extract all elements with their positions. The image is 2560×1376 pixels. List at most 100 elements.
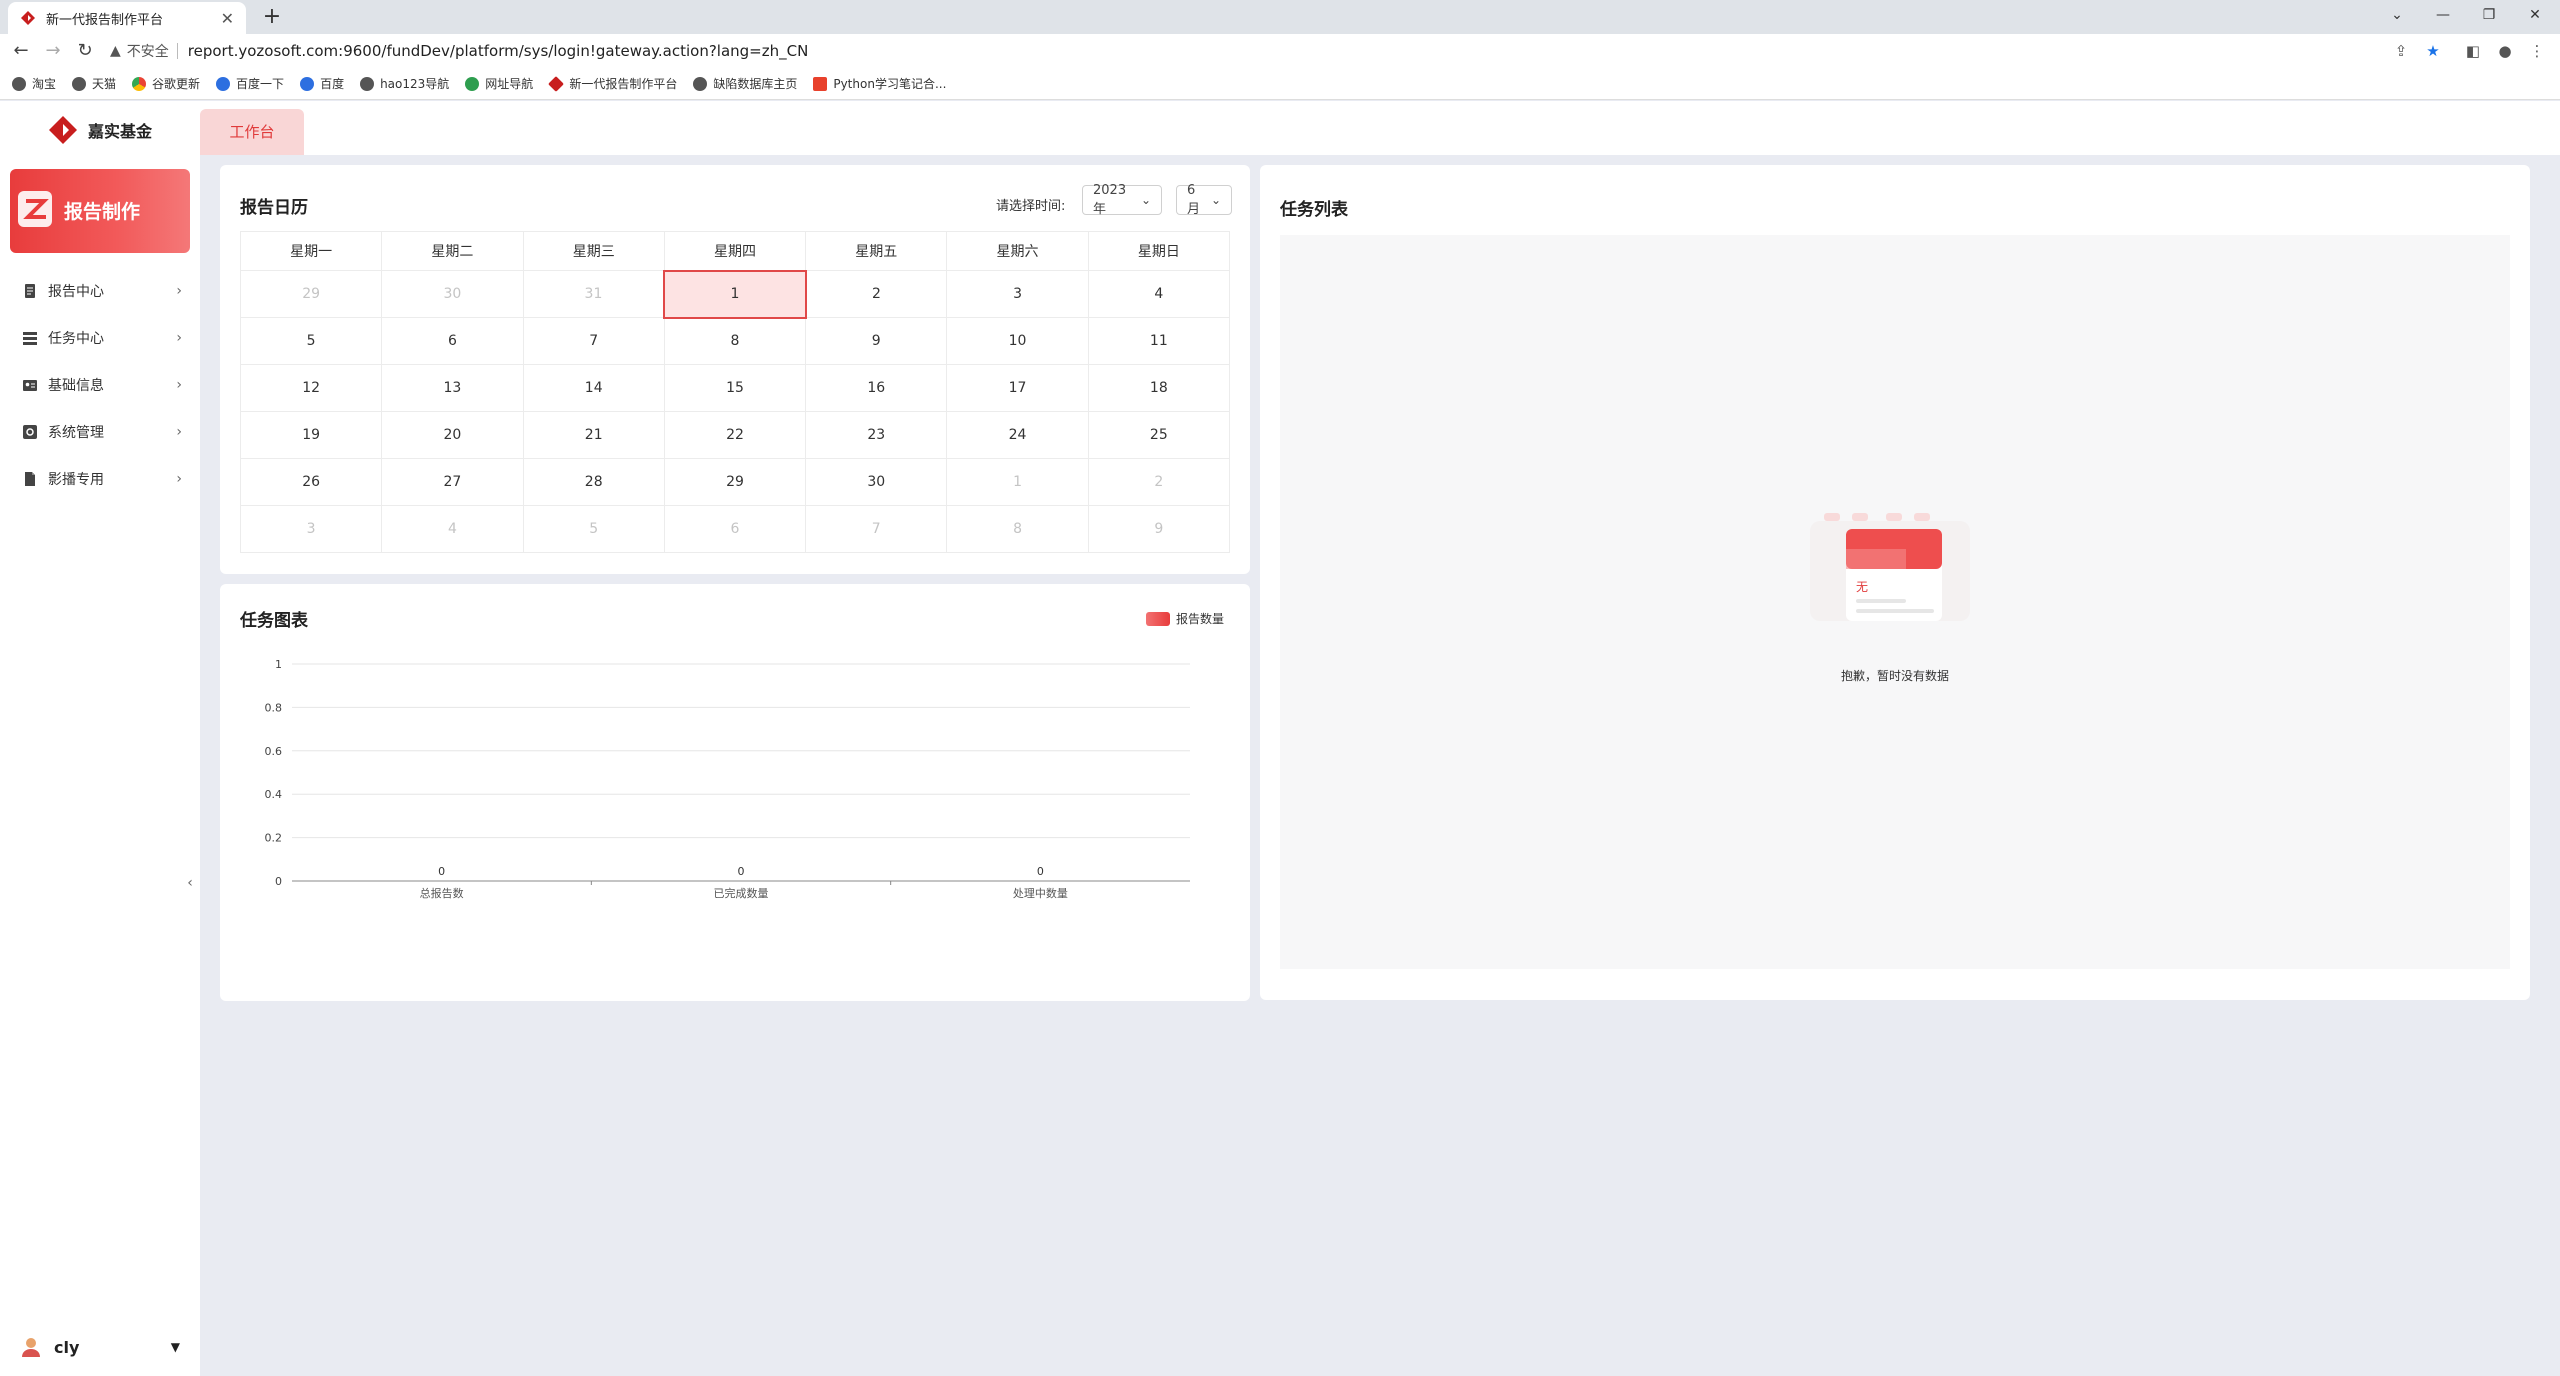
browser-toolbar: ← → ↻ ▲ 不安全 report.yozosoft.com:9600/fun… (0, 34, 2560, 68)
sidebar-item-system-admin[interactable]: 系统管理 › (0, 408, 200, 455)
calendar-day-cell[interactable]: 22 (663, 411, 807, 459)
chevron-right-icon: › (176, 423, 182, 440)
calendar-day-cell[interactable]: 14 (522, 364, 665, 412)
chrome-icon (132, 76, 147, 91)
calendar-day-cell[interactable]: 3 (946, 270, 1089, 318)
reload-icon[interactable]: ↻ (72, 38, 98, 64)
calendar-day-cell[interactable]: 15 (663, 364, 807, 412)
bookmark-item[interactable]: 新一代报告制作平台 (548, 75, 678, 92)
back-icon[interactable]: ← (8, 38, 34, 64)
calendar-day-cell[interactable]: 31 (522, 270, 665, 318)
calendar-week-row: 12 13 14 15 16 17 18 (239, 364, 1231, 412)
weekday-header: 星期五 (805, 231, 948, 271)
calendar-day-cell[interactable]: 8 (946, 505, 1089, 553)
bookmark-item[interactable]: 缺陷数据库主页 (693, 75, 797, 92)
calendar-day-cell[interactable]: 2 (805, 270, 948, 318)
app-root: 嘉实基金 工作台 报告制作 报告中心 › 任务中心 › 基础信息 › 系统管理 … (0, 101, 2560, 1376)
calendar-day-cell[interactable]: 1 (946, 458, 1089, 506)
bookmark-item[interactable]: 谷歌更新 (132, 75, 200, 92)
sidebar-item-label: 任务中心 (48, 330, 104, 347)
calendar-day-cell[interactable]: 4 (381, 505, 524, 553)
calendar-week-row: 5 6 7 8 9 10 11 (239, 317, 1231, 365)
calendar-day-cell[interactable]: 25 (1087, 411, 1231, 459)
calendar-day-cell[interactable]: 8 (663, 317, 807, 365)
product-card[interactable]: 报告制作 (10, 169, 190, 253)
restore-icon[interactable]: ❐ (2466, 0, 2512, 30)
calendar-week-row: 29 30 31 1 2 3 4 (239, 269, 1231, 319)
more-menu-icon[interactable]: ⋮ (2526, 40, 2548, 62)
calendar-card: 报告日历 请选择时间: 2023年 ⌄ 6月 ⌄ 星期一 星期二 星期三 星期四 星期五… (220, 165, 1250, 574)
bookmark-label: 新一代报告制作平台 (569, 77, 678, 91)
calendar-day-cell[interactable]: 3 (239, 505, 383, 553)
calendar-day-cell[interactable]: 4 (1087, 270, 1231, 318)
sidebar-item-broadcast[interactable]: 影播专用 › (0, 455, 200, 502)
calendar-day-cell[interactable]: 5 (239, 317, 383, 365)
calendar-day-cell[interactable]: 24 (946, 411, 1089, 459)
forward-icon[interactable]: → (40, 38, 66, 64)
calendar-day-cell[interactable]: 23 (805, 411, 948, 459)
month-select[interactable]: 6月 ⌄ (1176, 183, 1232, 217)
calendar-day-cell[interactable]: 28 (522, 458, 665, 506)
calendar-day-cell[interactable]: 18 (1087, 364, 1231, 412)
calendar-day-cell[interactable]: 27 (381, 458, 524, 506)
calendar-day-cell[interactable]: 20 (381, 411, 524, 459)
brand[interactable]: 嘉实基金 (48, 115, 152, 145)
calendar-day-cell[interactable]: 1 (663, 269, 807, 319)
calendar-day-cell[interactable]: 9 (1087, 505, 1231, 553)
sidebar-item-report-center[interactable]: 报告中心 › (0, 267, 200, 314)
new-tab-button[interactable]: + (258, 4, 286, 32)
side-panel-icon[interactable]: ◧ (2462, 40, 2484, 62)
calendar-day-cell[interactable]: 13 (381, 364, 524, 412)
close-window-icon[interactable]: ✕ (2512, 0, 2558, 30)
data-label: 0 (1037, 865, 1044, 878)
bookmark-star-icon[interactable]: ★ (2422, 40, 2444, 62)
profile-icon[interactable]: ● (2494, 40, 2516, 62)
app-header: 嘉实基金 工作台 (0, 101, 2560, 155)
calendar-day-cell[interactable]: 11 (1087, 317, 1231, 365)
year-value: 2023年 (1093, 183, 1127, 217)
bookmark-item[interactable]: 百度一下 (216, 75, 284, 92)
sidebar-collapse-button[interactable]: ‹ (180, 865, 200, 901)
empty-badge: 无 (1856, 580, 1868, 594)
minimize-icon[interactable]: — (2420, 0, 2466, 30)
calendar-day-cell[interactable]: 17 (946, 364, 1089, 412)
calendar-day-cell[interactable]: 10 (946, 317, 1089, 365)
calendar-day-cell[interactable]: 2 (1087, 458, 1231, 506)
y-tick-label: 0.4 (265, 788, 283, 801)
calendar-day-cell[interactable]: 16 (805, 364, 948, 412)
bookmark-item[interactable]: 网址导航 (465, 75, 533, 92)
calendar-day-cell[interactable]: 30 (381, 270, 524, 318)
year-select[interactable]: 2023年 ⌄ (1082, 183, 1162, 217)
bookmark-item[interactable]: 百度 (300, 75, 344, 92)
globe-icon (72, 76, 87, 91)
address-bar[interactable]: ▲ 不安全 report.yozosoft.com:9600/fundDev/p… (110, 38, 2410, 64)
calendar-day-cell[interactable]: 6 (663, 505, 807, 553)
calendar-day-cell[interactable]: 19 (239, 411, 383, 459)
bookmark-item[interactable]: 天猫 (72, 75, 116, 92)
user-menu[interactable]: cly ▼ (8, 1327, 190, 1367)
bookmark-label: 缺陷数据库主页 (713, 77, 798, 91)
calendar-day-cell[interactable]: 21 (522, 411, 665, 459)
calendar-day-cell[interactable]: 29 (663, 458, 807, 506)
sidebar-menu: 报告中心 › 任务中心 › 基础信息 › 系统管理 › 影播专用 › (0, 267, 200, 502)
calendar-day-cell[interactable]: 26 (239, 458, 383, 506)
bookmark-item[interactable]: 淘宝 (12, 75, 56, 92)
tab-search-icon[interactable]: ⌄ (2374, 0, 2420, 30)
calendar-day-cell[interactable]: 9 (805, 317, 948, 365)
bookmark-item[interactable]: hao123导航 (360, 75, 449, 92)
calendar-day-cell[interactable]: 29 (239, 270, 383, 318)
sidebar-item-basic-info[interactable]: 基础信息 › (0, 361, 200, 408)
calendar-day-cell[interactable]: 7 (805, 505, 948, 553)
close-tab-icon[interactable]: ✕ (221, 9, 234, 28)
calendar-day-cell[interactable]: 5 (522, 505, 665, 553)
calendar-week-row: 3456789 (239, 505, 1231, 553)
calendar-day-cell[interactable]: 30 (805, 458, 948, 506)
sidebar-item-task-center[interactable]: 任务中心 › (0, 314, 200, 361)
tab-workspace[interactable]: 工作台 (200, 109, 304, 155)
bookmark-item[interactable]: Python学习笔记合... (813, 75, 946, 92)
calendar-day-cell[interactable]: 7 (522, 317, 665, 365)
browser-tab[interactable]: 新一代报告制作平台 ✕ (8, 2, 246, 34)
share-icon[interactable]: ⇪ (2390, 40, 2412, 62)
calendar-day-cell[interactable]: 12 (239, 364, 383, 412)
calendar-day-cell[interactable]: 6 (381, 317, 524, 365)
